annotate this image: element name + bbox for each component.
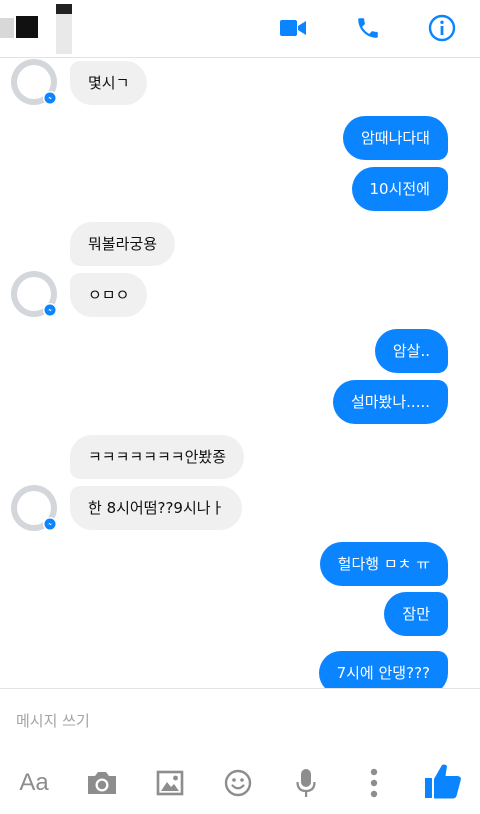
camera-button[interactable]: [82, 763, 122, 803]
more-options-button[interactable]: [354, 763, 394, 803]
video-camera-icon: [280, 20, 306, 36]
camera-icon: [88, 772, 116, 794]
conversation-info-button[interactable]: [424, 10, 460, 46]
gallery-button[interactable]: [150, 763, 190, 803]
redacted-contact-name: [56, 4, 72, 54]
message-bubble-incoming[interactable]: 뭐볼라궁용: [70, 222, 176, 266]
voice-message-button[interactable]: [286, 763, 326, 803]
video-call-button[interactable]: [275, 10, 311, 46]
gallery-icon: [156, 770, 184, 796]
like-icon: [425, 764, 461, 799]
message-bubble-incoming[interactable]: 몇시ㄱ: [70, 61, 148, 105]
emoji-button[interactable]: [218, 763, 258, 803]
info-icon: [428, 14, 456, 42]
message-bubble-outgoing[interactable]: 잠만: [384, 592, 448, 636]
message-bubble-outgoing[interactable]: 암살..: [374, 329, 448, 373]
font-icon: Aa: [19, 769, 49, 796]
message-bubble-outgoing[interactable]: 10시전에: [351, 167, 448, 211]
message-bubble-incoming[interactable]: ㅇㅁㅇ: [70, 273, 148, 317]
redacted-contact-name: [16, 16, 38, 38]
message-thread[interactable]: 몇시ㄱ 암때나다대 10시전에 뭐볼라궁용 ㅇㅁㅇ 암살.. 설마봤나.....…: [0, 58, 480, 688]
like-button[interactable]: [420, 759, 466, 805]
more-icon: [370, 768, 378, 798]
message-bubble-outgoing[interactable]: 설마봤나.....: [332, 380, 448, 424]
message-bubble-outgoing[interactable]: 7시에 안댕???: [318, 651, 448, 688]
font-style-button[interactable]: Aa: [14, 763, 54, 803]
contact-avatar: [11, 485, 57, 531]
message-input[interactable]: [16, 709, 456, 733]
contact-avatar: [11, 59, 57, 105]
message-composer: Aa: [0, 688, 480, 814]
contact-avatar: [11, 271, 57, 317]
redacted-contact-name: [0, 18, 14, 38]
microphone-icon: [296, 769, 316, 797]
phone-icon: [358, 18, 378, 38]
emoji-icon: [224, 769, 252, 797]
message-bubble-incoming[interactable]: 한 8시어떰??9시나ㅏ: [70, 486, 243, 530]
message-bubble-outgoing[interactable]: 암때나다대: [342, 116, 448, 160]
message-bubble-incoming[interactable]: ㅋㅋㅋㅋㅋㅋㅋ안봤죵: [70, 435, 245, 479]
voice-call-button[interactable]: [350, 10, 386, 46]
message-bubble-outgoing[interactable]: 헐다행 ㅁㅊ ㅠ: [319, 542, 448, 586]
conversation-header: [0, 0, 480, 58]
